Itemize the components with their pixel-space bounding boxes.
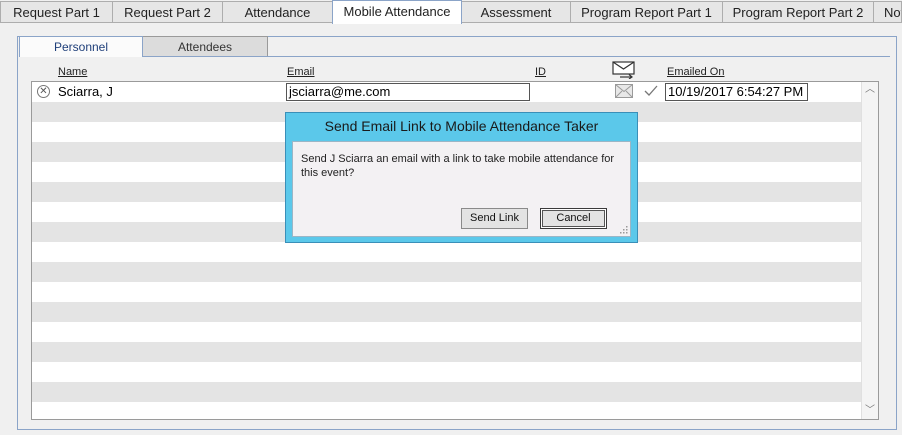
- scroll-up-icon[interactable]: ︿: [862, 82, 878, 98]
- tab-request-part-1[interactable]: Request Part 1: [0, 1, 113, 22]
- tab-attendance[interactable]: Attendance: [222, 1, 333, 22]
- send-email-dialog: Send Email Link to Mobile Attendance Tak…: [285, 112, 638, 243]
- dialog-body: Send J Sciarra an email with a link to t…: [292, 141, 631, 237]
- table-row[interactable]: [32, 362, 861, 382]
- table-row[interactable]: [32, 402, 861, 419]
- dialog-title: Send Email Link to Mobile Attendance Tak…: [324, 118, 599, 134]
- table-row[interactable]: [32, 342, 861, 362]
- tab-mobile-attendance[interactable]: Mobile Attendance: [332, 0, 462, 24]
- tab-program-report-part-1[interactable]: Program Report Part 1: [570, 1, 723, 22]
- column-header-emailed-on[interactable]: Emailed On: [667, 66, 724, 78]
- column-header-email[interactable]: Email: [287, 66, 315, 78]
- email-field[interactable]: jsciarra@me.com: [286, 83, 530, 101]
- remove-circle-icon[interactable]: ✕: [37, 85, 50, 98]
- tab-notes[interactable]: Not: [873, 1, 902, 22]
- tab-assessment[interactable]: Assessment: [461, 1, 571, 22]
- envelope-send-icon[interactable]: [612, 61, 636, 79]
- subtab-attendees[interactable]: Attendees: [142, 36, 268, 56]
- table-row[interactable]: [32, 302, 861, 322]
- table-row[interactable]: [32, 262, 861, 282]
- resize-grip-icon[interactable]: [618, 224, 628, 234]
- dialog-message: Send J Sciarra an email with a link to t…: [301, 153, 615, 179]
- cell-name: Sciarra, J: [58, 84, 113, 99]
- emailed-on-field[interactable]: 10/19/2017 6:54:27 PM: [665, 83, 808, 101]
- column-header-id[interactable]: ID: [535, 66, 546, 78]
- checkmark-icon: [644, 85, 658, 96]
- column-header-name[interactable]: Name: [58, 66, 87, 78]
- table-row[interactable]: [32, 382, 861, 402]
- table-row[interactable]: [32, 242, 861, 262]
- envelope-icon[interactable]: [615, 84, 633, 98]
- subtab-personnel[interactable]: Personnel: [19, 36, 143, 57]
- tab-program-report-part-2[interactable]: Program Report Part 2: [722, 1, 874, 22]
- send-link-button[interactable]: Send Link: [461, 208, 528, 229]
- scroll-down-icon[interactable]: ﹀: [862, 403, 878, 419]
- cancel-button[interactable]: Cancel: [540, 208, 607, 229]
- tab-request-part-2[interactable]: Request Part 2: [112, 1, 223, 22]
- table-row[interactable]: [32, 322, 861, 342]
- table-row[interactable]: [32, 282, 861, 302]
- table-row[interactable]: ✕ Sciarra, J jsciarra@me.com 10/19/2017 …: [32, 82, 861, 102]
- vertical-scrollbar[interactable]: ︿ ﹀: [861, 82, 878, 419]
- top-tab-strip: Request Part 1 Request Part 2 Attendance…: [0, 0, 902, 24]
